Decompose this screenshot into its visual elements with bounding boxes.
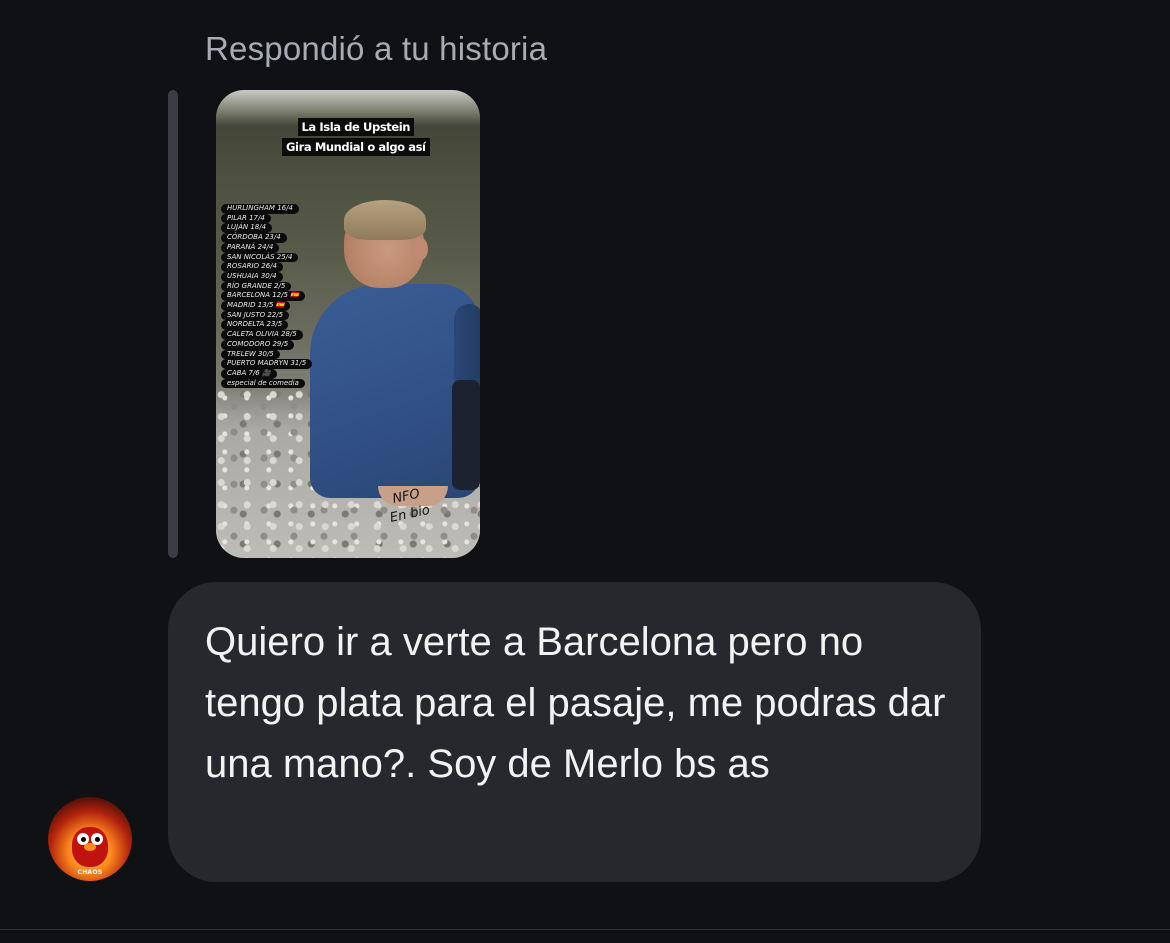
- person-ear: [414, 238, 428, 260]
- tour-date-item: SAN NICOLÁS 25/4: [221, 252, 299, 263]
- tour-date-item: MADRID 13/5 🇪🇸: [221, 301, 291, 311]
- tour-date-item: CALETA OLIVIA 28/5: [221, 330, 303, 340]
- reply-context-label: Respondió a tu historia: [205, 30, 548, 67]
- tour-date-item: CÓRDOBA 23/4: [221, 233, 287, 243]
- person-hair: [344, 200, 426, 240]
- tour-date-item: PUERTO MADRYN 31/5: [221, 359, 313, 369]
- tour-date-item: PILAR 17/4: [221, 213, 271, 224]
- story-preview[interactable]: La Isla de Upstein Gira Mundial o algo a…: [216, 90, 480, 558]
- story-tour-dates: HURLINGHAM 16/4 PILAR 17/4 LUJÁN 18/4 CÓRDO…: [221, 204, 331, 389]
- reply-indicator-bar: [168, 90, 178, 558]
- bottom-divider: [0, 929, 1170, 930]
- sender-avatar[interactable]: CHAOS: [48, 797, 132, 881]
- story-title: La Isla de Upstein Gira Mundial o algo a…: [282, 118, 430, 156]
- story-title-line: Gira Mundial o algo así: [282, 138, 430, 156]
- tour-date-item: especial de comedia: [221, 378, 305, 389]
- tour-date-item: NORDELTA 23/5: [221, 320, 289, 331]
- person-bag: [452, 380, 480, 490]
- message-text: Quiero ir a verte a Barcelona pero no te…: [205, 620, 946, 786]
- tour-date-item: BARCELONA 12/5 🇪🇸: [221, 291, 305, 302]
- avatar-label: CHAOS: [77, 869, 103, 876]
- tour-date-item: HURLINGHAM 16/4: [221, 204, 299, 214]
- tour-date-item: COMODORO 29/5: [221, 339, 295, 350]
- tour-date-item: TRELEW 30/5: [221, 349, 280, 360]
- message-bubble[interactable]: Quiero ir a verte a Barcelona pero no te…: [168, 582, 981, 882]
- tour-date-item: ROSARIO 26/4: [221, 262, 283, 272]
- tour-date-item: CABA 7/6 🎥: [221, 368, 277, 379]
- avatar-nose: [84, 843, 96, 851]
- story-title-line: La Isla de Upstein: [297, 118, 415, 136]
- tour-date-item: SAN JUSTO 22/5: [221, 310, 290, 321]
- tour-date-item: PARANÁ 24/4: [221, 242, 280, 253]
- tour-date-item: LUJÁN 18/4: [221, 223, 273, 234]
- tour-date-item: USHUAIA 30/4: [221, 271, 283, 282]
- tour-date-item: RÍO GRANDE 2/5: [221, 281, 292, 292]
